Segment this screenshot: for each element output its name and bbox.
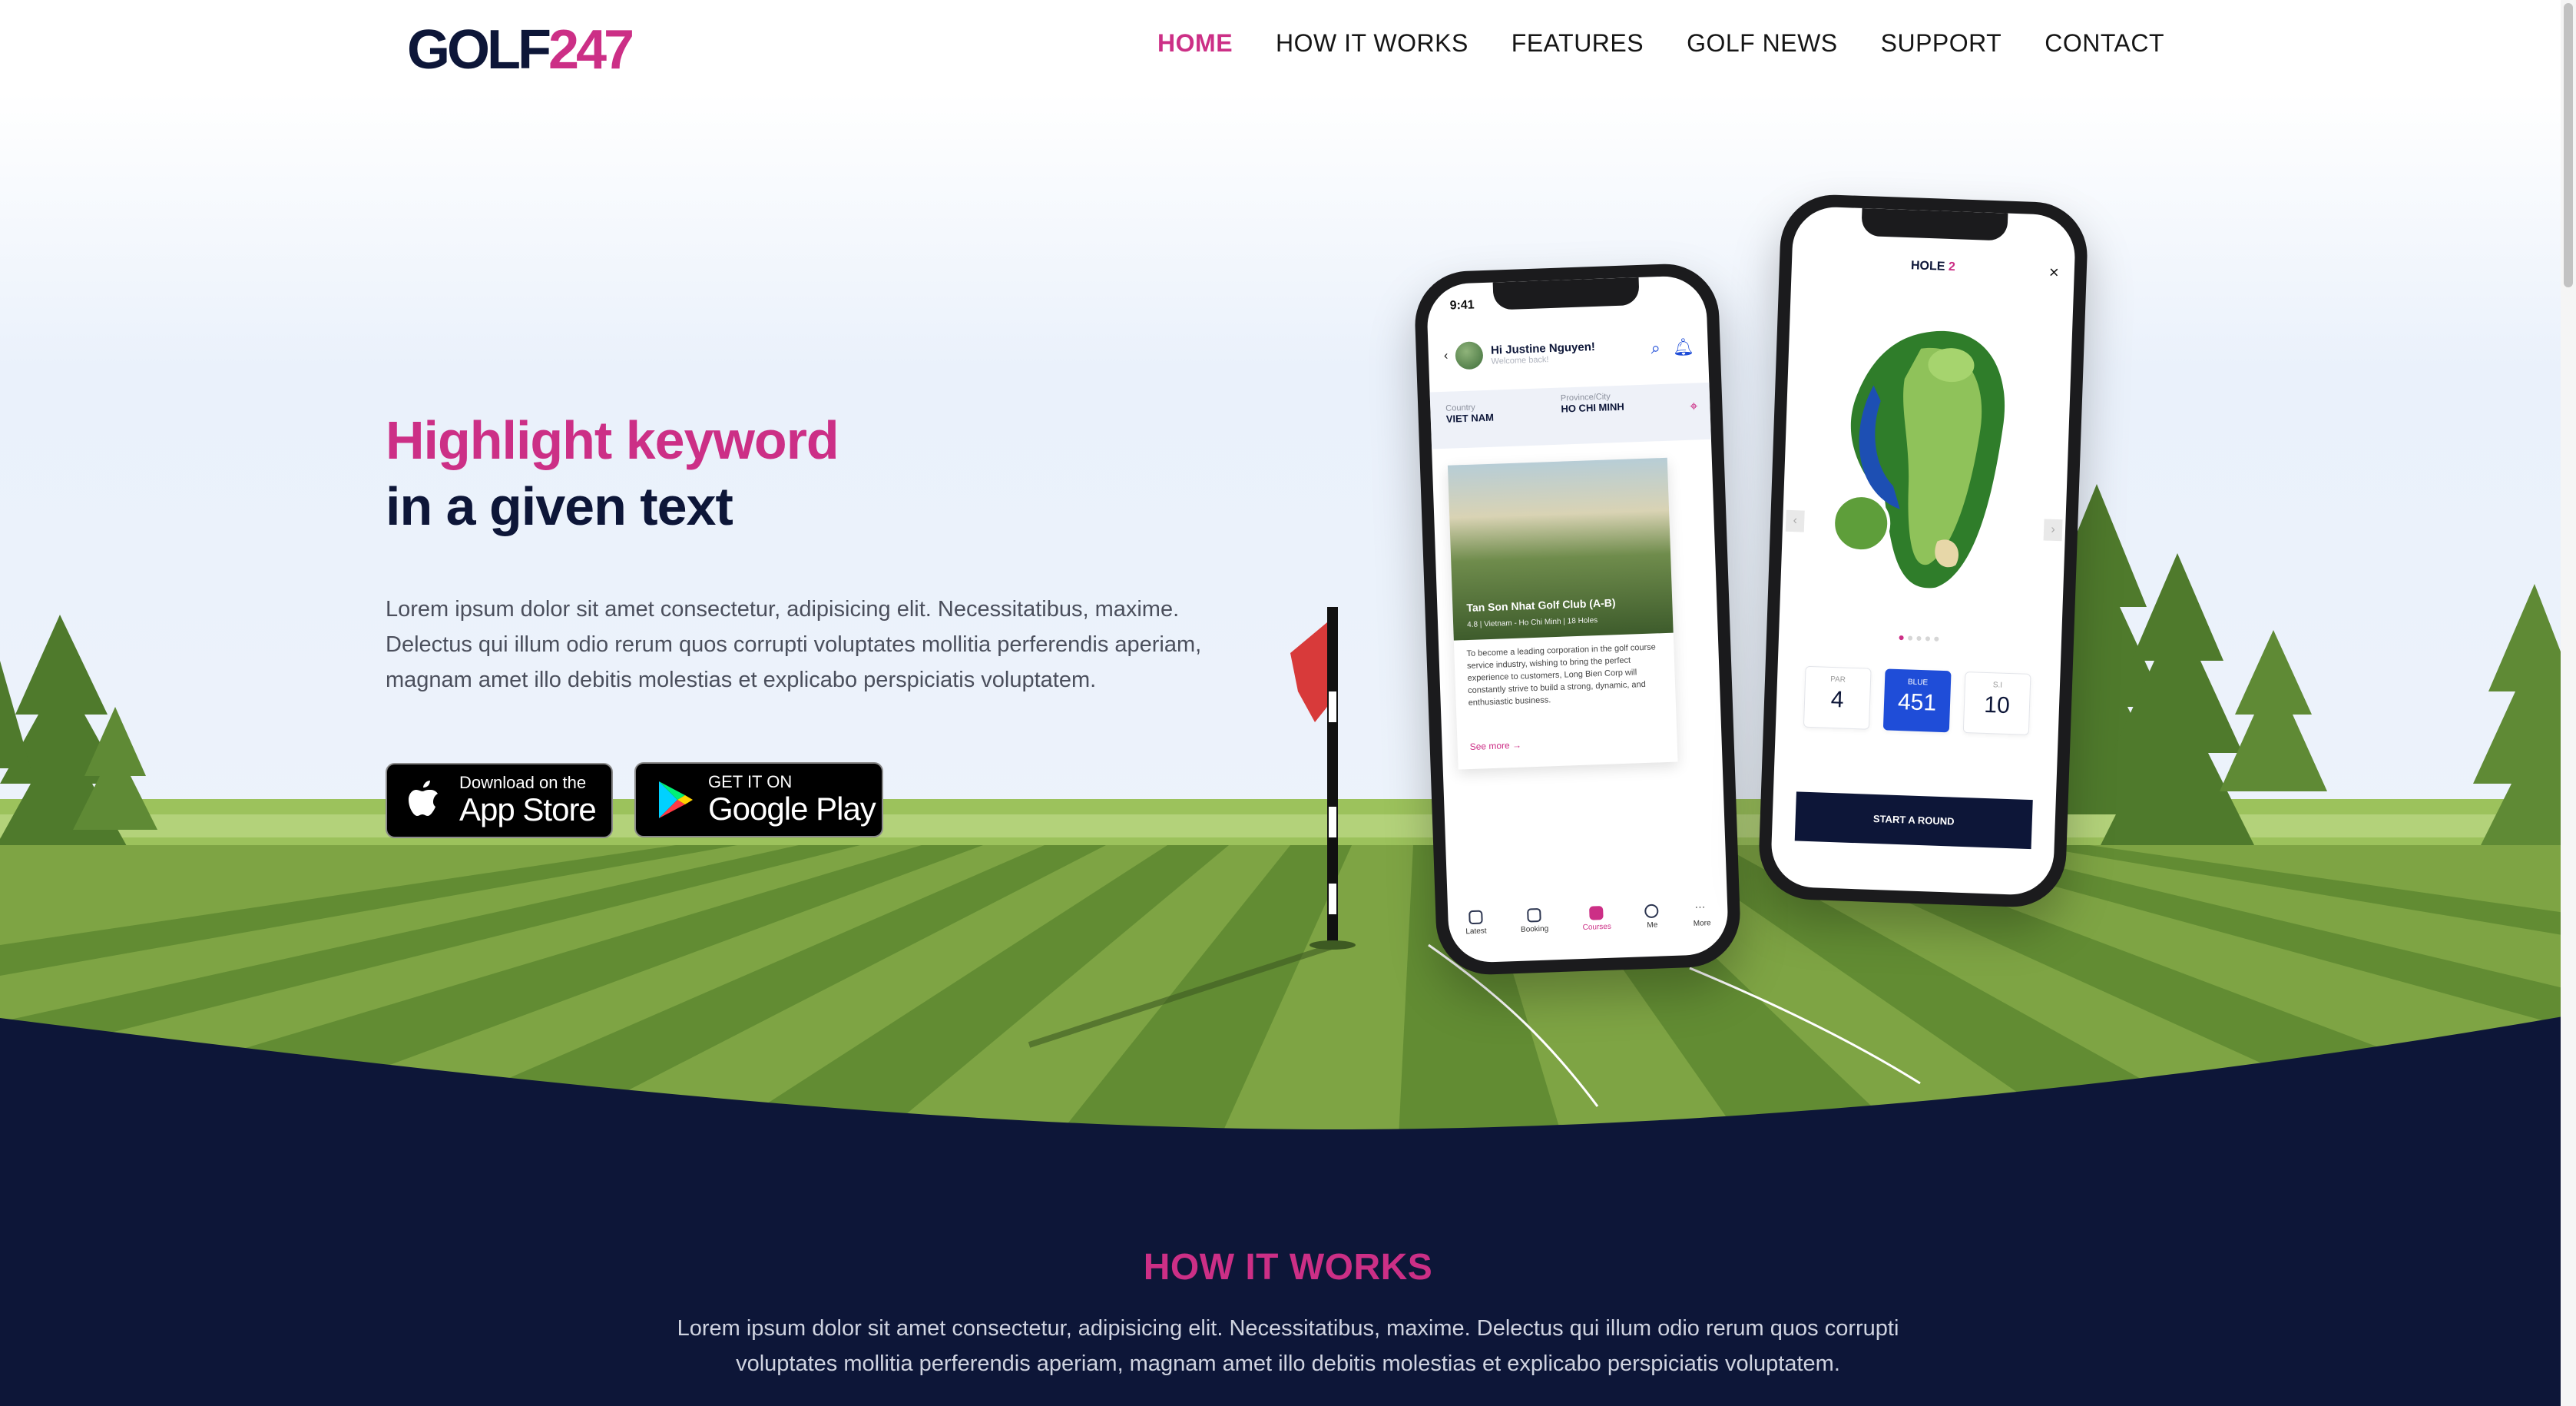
status-time: 9:41 [1449, 298, 1475, 313]
site-header: GOLF 247 HOME HOW IT WORKS FEATURES GOLF… [0, 0, 2576, 100]
main-nav: HOME HOW IT WORKS FEATURES GOLF NEWS SUP… [1157, 29, 2164, 58]
nav-features[interactable]: FEATURES [1511, 29, 1644, 58]
tab-courses-label: Courses [1582, 922, 1612, 932]
hero-title-highlight: Highlight keyword [386, 410, 839, 470]
see-more-link[interactable]: See more → [1469, 740, 1521, 752]
hero-title-rest: in a given text [386, 476, 733, 536]
app-store-button[interactable]: Download on the App Store [386, 763, 613, 838]
hole-map [1832, 330, 2005, 589]
bell-icon[interactable]: 🔔︎ [1672, 337, 1694, 357]
google-play-small-text: GET IT ON [708, 772, 793, 791]
phone-notch [1861, 207, 2008, 241]
city-value: HO CHI MINH [1561, 400, 1624, 415]
tab-me[interactable]: Me [1644, 904, 1659, 930]
apple-icon [409, 781, 438, 816]
calendar-icon [1527, 907, 1541, 923]
golf-course-illustration [0, 484, 2576, 1152]
google-play-big-text: Google Play [708, 791, 876, 827]
flag-icon [1589, 905, 1604, 920]
phone-notch [1492, 277, 1640, 310]
country-selector[interactable]: Country VIET NAM [1445, 403, 1495, 425]
status-time: 9:41 [1816, 221, 1841, 236]
hole-number: 2 [1948, 260, 1956, 274]
tab-more[interactable]: ··· More [1693, 899, 1711, 928]
tab-courses[interactable]: Courses [1582, 905, 1612, 932]
how-it-works-title: HOW IT WORKS [1143, 1247, 1433, 1288]
greeting-block: ‹ Hi Justine Nguyen! Welcome back! [1443, 337, 1595, 370]
next-hole-arrow[interactable]: › [2043, 519, 2063, 542]
course-name: Tan Son Nhat Golf Club (A-B) [1466, 596, 1616, 615]
user-icon [1644, 904, 1659, 918]
nav-how-it-works[interactable]: HOW IT WORKS [1276, 29, 1468, 58]
tab-booking[interactable]: Booking [1520, 907, 1548, 933]
logo-golf-text: GOLF [407, 19, 551, 81]
si-label: S.I [1992, 681, 2003, 690]
tab-latest[interactable]: Latest [1465, 910, 1487, 936]
yardage-stat[interactable]: BLUE 451 [1882, 668, 1952, 733]
par-value: 4 [1830, 686, 1845, 713]
how-it-works-description: Lorem ipsum dolor sit amet consectetur, … [677, 1316, 1899, 1376]
si-value: 10 [1983, 691, 2011, 719]
course-description: To become a leading corporation in the g… [1466, 642, 1656, 708]
hero-section: Highlight keyword in a given text Lorem … [0, 0, 2576, 1152]
page-scrollbar[interactable] [2561, 0, 2576, 1406]
app-store-big-text: App Store [459, 791, 597, 827]
logo-number-text: 247 [548, 19, 634, 81]
location-bar: Country VIET NAM Province/City HO CHI MI… [1429, 382, 1711, 449]
nav-home[interactable]: HOME [1157, 29, 1233, 58]
phone-mockup-hole: 9:41 HOLE 2 × ‹ › ●●●●● PAR 4 BLUE 451 S… [1757, 193, 2089, 909]
yardage-label: BLUE [1907, 678, 1929, 688]
tab-more-label: More [1693, 918, 1711, 928]
search-icon[interactable]: ⌕ [1651, 338, 1660, 358]
start-round-button[interactable]: START A ROUND [1794, 791, 2033, 850]
yardage-value: 451 [1897, 688, 1937, 716]
app-store-small-text: Download on the [459, 773, 587, 792]
phone-mockup-courses: 9:41 ‹ Hi Justine Nguyen! Welcome back! … [1413, 262, 1742, 977]
nav-contact[interactable]: CONTACT [2045, 29, 2164, 58]
tab-latest-label: Latest [1465, 926, 1487, 936]
google-play-button[interactable]: GET IT ON Google Play [634, 762, 883, 837]
map-pin-icon[interactable]: ⌖ [1690, 398, 1698, 414]
top-icons: ⌕ 🔔︎ [1651, 337, 1694, 358]
more-dots-icon: ··· [1694, 899, 1706, 913]
close-icon[interactable]: × [2048, 263, 2059, 283]
course-meta: 4.8 | Vietnam - Ho Chi Minh | 18 Holes [1466, 616, 1598, 630]
phone-screen-courses: 9:41 ‹ Hi Justine Nguyen! Welcome back! … [1425, 274, 1730, 964]
tab-me-label: Me [1647, 920, 1658, 930]
hero-description: Lorem ipsum dolor sit amet consectetur, … [386, 597, 1202, 692]
par-label: PAR [1829, 675, 1846, 685]
city-selector[interactable]: Province/City HO CHI MINH [1561, 392, 1624, 415]
bottom-tab-bar: Latest Booking Courses Me ··· More [1447, 886, 1728, 951]
golf247-logo[interactable]: GOLF 247 [407, 19, 634, 81]
hole-title: HOLE 2 [1792, 255, 2074, 279]
tab-booking-label: Booking [1520, 924, 1549, 934]
course-card[interactable]: Tan Son Nhat Golf Club (A-B) 4.8 | Vietn… [1447, 457, 1678, 770]
par-stat: PAR 4 [1803, 665, 1872, 730]
course-photo: Tan Son Nhat Golf Club (A-B) 4.8 | Vietn… [1447, 457, 1674, 641]
hero-title: Highlight keyword in a given text [386, 407, 839, 539]
globe-icon [1468, 910, 1483, 924]
scrollbar-thumb[interactable] [2564, 3, 2573, 287]
nav-support[interactable]: SUPPORT [1881, 29, 2002, 58]
how-it-works-section: HOW IT WORKS Lorem ipsum dolor sit amet … [0, 1152, 2576, 1406]
nav-golf-news[interactable]: GOLF NEWS [1687, 29, 1838, 58]
prev-hole-arrow[interactable]: ‹ [1785, 509, 1805, 532]
google-play-icon [659, 781, 693, 818]
hole-label: HOLE [1910, 259, 1945, 274]
country-value: VIET NAM [1445, 411, 1495, 425]
phone-screen-hole: 9:41 HOLE 2 × ‹ › ●●●●● PAR 4 BLUE 451 S… [1770, 205, 2077, 897]
si-stat: S.I 10 [1962, 671, 2031, 735]
back-arrow-icon[interactable]: ‹ [1444, 350, 1449, 363]
carousel-dots: ●●●●● [1898, 630, 1942, 645]
avatar[interactable] [1455, 341, 1484, 370]
